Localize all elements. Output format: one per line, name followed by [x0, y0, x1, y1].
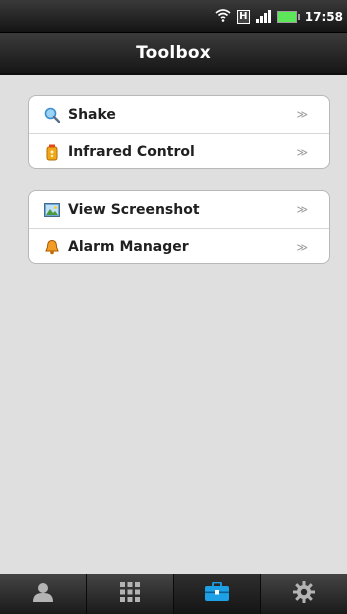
toolbox-icon [204, 581, 230, 606]
bottom-tab-bar [0, 574, 347, 614]
item-label: Shake [68, 106, 116, 123]
person-icon [32, 582, 54, 606]
tab-toolbox[interactable] [174, 574, 261, 614]
network-h-icon: H [236, 9, 250, 24]
list-item-infrared-control[interactable]: Infrared Control ≫ [29, 133, 329, 168]
list-item-shake[interactable]: Shake ≫ [29, 96, 329, 133]
chevron-right-icon: ≫ [296, 108, 307, 121]
picture-icon [44, 201, 60, 219]
battery-icon [276, 10, 300, 23]
alarm-bell-icon [44, 238, 60, 256]
tool-group-1: Shake ≫ Infrared Control ≫ [28, 95, 330, 169]
list-item-alarm-manager[interactable]: Alarm Manager ≫ [29, 228, 329, 263]
tool-group-2: View Screenshot ≫ Alarm Manager ≫ [28, 190, 330, 264]
tab-apps[interactable] [87, 574, 174, 614]
item-label: View Screenshot [68, 201, 200, 218]
item-label: Alarm Manager [68, 239, 189, 255]
page-title: Toolbox [136, 43, 211, 63]
item-label: Infrared Control [68, 144, 195, 160]
gear-icon [293, 581, 315, 607]
status-bar: H 17:58 [0, 0, 347, 33]
chevron-right-icon: ≫ [296, 203, 307, 216]
title-bar: Toolbox [0, 33, 347, 75]
wifi-icon [215, 7, 231, 26]
list-item-view-screenshot[interactable]: View Screenshot ≫ [29, 191, 329, 228]
magnifier-icon [44, 106, 60, 124]
status-icons: H 17:58 [215, 0, 343, 33]
status-time: 17:58 [304, 9, 343, 24]
chevron-right-icon: ≫ [296, 240, 307, 254]
grid-icon [120, 582, 140, 606]
tab-contacts[interactable] [0, 574, 87, 614]
signal-icon [255, 10, 271, 23]
infrared-icon [44, 143, 60, 161]
chevron-right-icon: ≫ [296, 145, 307, 159]
tab-settings[interactable] [261, 574, 347, 614]
